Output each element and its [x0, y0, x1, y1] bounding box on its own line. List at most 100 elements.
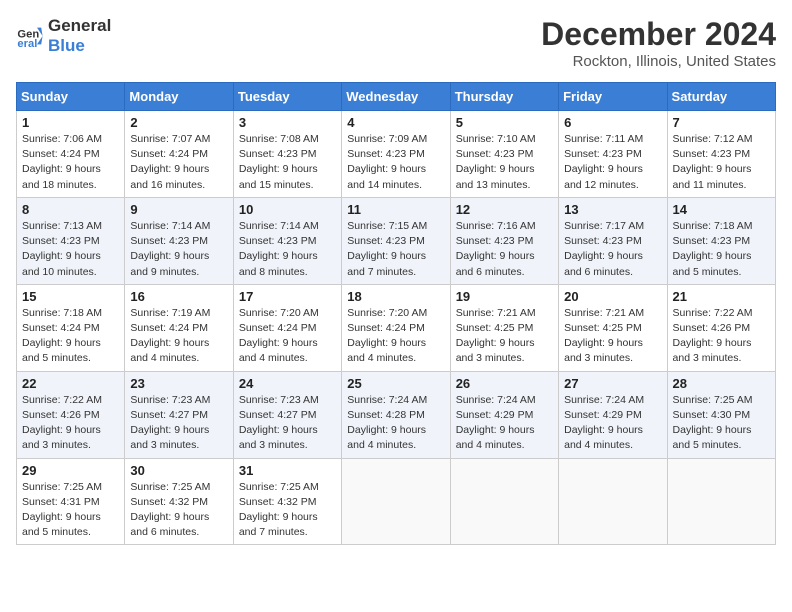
logo: Gen eral General Blue [16, 16, 111, 57]
calendar-cell: 30 Sunrise: 7:25 AM Sunset: 4:32 PM Dayl… [125, 458, 233, 545]
calendar-cell: 10 Sunrise: 7:14 AM Sunset: 4:23 PM Dayl… [233, 197, 341, 284]
day-info: Sunrise: 7:24 AM Sunset: 4:29 PM Dayligh… [456, 393, 553, 454]
day-number: 5 [456, 115, 553, 130]
calendar-cell: 15 Sunrise: 7:18 AM Sunset: 4:24 PM Dayl… [17, 284, 125, 371]
calendar-cell: 25 Sunrise: 7:24 AM Sunset: 4:28 PM Dayl… [342, 371, 450, 458]
day-number: 30 [130, 463, 227, 478]
calendar-week-3: 15 Sunrise: 7:18 AM Sunset: 4:24 PM Dayl… [17, 284, 776, 371]
day-info: Sunrise: 7:20 AM Sunset: 4:24 PM Dayligh… [347, 306, 444, 367]
calendar-week-1: 1 Sunrise: 7:06 AM Sunset: 4:24 PM Dayli… [17, 111, 776, 198]
day-number: 3 [239, 115, 336, 130]
day-info: Sunrise: 7:22 AM Sunset: 4:26 PM Dayligh… [673, 306, 770, 367]
day-number: 19 [456, 289, 553, 304]
day-number: 2 [130, 115, 227, 130]
calendar-cell: 5 Sunrise: 7:10 AM Sunset: 4:23 PM Dayli… [450, 111, 558, 198]
day-info: Sunrise: 7:17 AM Sunset: 4:23 PM Dayligh… [564, 219, 661, 280]
day-info: Sunrise: 7:23 AM Sunset: 4:27 PM Dayligh… [130, 393, 227, 454]
calendar-cell [667, 458, 775, 545]
day-info: Sunrise: 7:25 AM Sunset: 4:32 PM Dayligh… [130, 480, 227, 541]
calendar-cell [342, 458, 450, 545]
calendar-cell: 3 Sunrise: 7:08 AM Sunset: 4:23 PM Dayli… [233, 111, 341, 198]
calendar-cell: 11 Sunrise: 7:15 AM Sunset: 4:23 PM Dayl… [342, 197, 450, 284]
day-info: Sunrise: 7:23 AM Sunset: 4:27 PM Dayligh… [239, 393, 336, 454]
day-info: Sunrise: 7:09 AM Sunset: 4:23 PM Dayligh… [347, 132, 444, 193]
day-number: 31 [239, 463, 336, 478]
day-number: 1 [22, 115, 119, 130]
day-info: Sunrise: 7:25 AM Sunset: 4:31 PM Dayligh… [22, 480, 119, 541]
calendar-cell: 6 Sunrise: 7:11 AM Sunset: 4:23 PM Dayli… [559, 111, 667, 198]
calendar-cell: 18 Sunrise: 7:20 AM Sunset: 4:24 PM Dayl… [342, 284, 450, 371]
day-number: 15 [22, 289, 119, 304]
header-sunday: Sunday [17, 83, 125, 111]
calendar-table: SundayMondayTuesdayWednesdayThursdayFrid… [16, 82, 776, 545]
calendar-cell: 17 Sunrise: 7:20 AM Sunset: 4:24 PM Dayl… [233, 284, 341, 371]
day-number: 25 [347, 376, 444, 391]
day-info: Sunrise: 7:13 AM Sunset: 4:23 PM Dayligh… [22, 219, 119, 280]
day-info: Sunrise: 7:14 AM Sunset: 4:23 PM Dayligh… [130, 219, 227, 280]
calendar-cell: 12 Sunrise: 7:16 AM Sunset: 4:23 PM Dayl… [450, 197, 558, 284]
calendar-week-2: 8 Sunrise: 7:13 AM Sunset: 4:23 PM Dayli… [17, 197, 776, 284]
day-number: 24 [239, 376, 336, 391]
calendar-cell: 8 Sunrise: 7:13 AM Sunset: 4:23 PM Dayli… [17, 197, 125, 284]
day-number: 12 [456, 202, 553, 217]
day-number: 29 [22, 463, 119, 478]
day-info: Sunrise: 7:24 AM Sunset: 4:29 PM Dayligh… [564, 393, 661, 454]
day-info: Sunrise: 7:06 AM Sunset: 4:24 PM Dayligh… [22, 132, 119, 193]
calendar-cell: 19 Sunrise: 7:21 AM Sunset: 4:25 PM Dayl… [450, 284, 558, 371]
calendar-cell: 16 Sunrise: 7:19 AM Sunset: 4:24 PM Dayl… [125, 284, 233, 371]
calendar-cell: 7 Sunrise: 7:12 AM Sunset: 4:23 PM Dayli… [667, 111, 775, 198]
day-info: Sunrise: 7:20 AM Sunset: 4:24 PM Dayligh… [239, 306, 336, 367]
header-wednesday: Wednesday [342, 83, 450, 111]
title-area: December 2024 Rockton, Illinois, United … [541, 16, 776, 70]
day-number: 14 [673, 202, 770, 217]
day-number: 13 [564, 202, 661, 217]
day-number: 16 [130, 289, 227, 304]
logo-line2: Blue [48, 36, 111, 56]
day-number: 26 [456, 376, 553, 391]
calendar-cell: 29 Sunrise: 7:25 AM Sunset: 4:31 PM Dayl… [17, 458, 125, 545]
day-info: Sunrise: 7:25 AM Sunset: 4:30 PM Dayligh… [673, 393, 770, 454]
header-monday: Monday [125, 83, 233, 111]
day-number: 20 [564, 289, 661, 304]
day-number: 28 [673, 376, 770, 391]
calendar-cell: 20 Sunrise: 7:21 AM Sunset: 4:25 PM Dayl… [559, 284, 667, 371]
calendar-cell: 24 Sunrise: 7:23 AM Sunset: 4:27 PM Dayl… [233, 371, 341, 458]
calendar-cell: 21 Sunrise: 7:22 AM Sunset: 4:26 PM Dayl… [667, 284, 775, 371]
calendar-week-5: 29 Sunrise: 7:25 AM Sunset: 4:31 PM Dayl… [17, 458, 776, 545]
month-title: December 2024 [541, 16, 776, 53]
logo-line1: General [48, 16, 111, 36]
location-title: Rockton, Illinois, United States [541, 53, 776, 70]
day-number: 17 [239, 289, 336, 304]
day-info: Sunrise: 7:18 AM Sunset: 4:24 PM Dayligh… [22, 306, 119, 367]
day-number: 9 [130, 202, 227, 217]
day-number: 7 [673, 115, 770, 130]
header-thursday: Thursday [450, 83, 558, 111]
day-number: 10 [239, 202, 336, 217]
header-saturday: Saturday [667, 83, 775, 111]
calendar-cell [559, 458, 667, 545]
calendar-cell: 2 Sunrise: 7:07 AM Sunset: 4:24 PM Dayli… [125, 111, 233, 198]
day-number: 4 [347, 115, 444, 130]
day-info: Sunrise: 7:15 AM Sunset: 4:23 PM Dayligh… [347, 219, 444, 280]
calendar-week-4: 22 Sunrise: 7:22 AM Sunset: 4:26 PM Dayl… [17, 371, 776, 458]
calendar-header-row: SundayMondayTuesdayWednesdayThursdayFrid… [17, 83, 776, 111]
page-header: Gen eral General Blue December 2024 Rock… [16, 16, 776, 70]
day-info: Sunrise: 7:08 AM Sunset: 4:23 PM Dayligh… [239, 132, 336, 193]
calendar-cell: 1 Sunrise: 7:06 AM Sunset: 4:24 PM Dayli… [17, 111, 125, 198]
calendar-cell: 14 Sunrise: 7:18 AM Sunset: 4:23 PM Dayl… [667, 197, 775, 284]
calendar-cell: 31 Sunrise: 7:25 AM Sunset: 4:32 PM Dayl… [233, 458, 341, 545]
calendar-cell: 28 Sunrise: 7:25 AM Sunset: 4:30 PM Dayl… [667, 371, 775, 458]
day-number: 23 [130, 376, 227, 391]
day-info: Sunrise: 7:18 AM Sunset: 4:23 PM Dayligh… [673, 219, 770, 280]
calendar-cell: 4 Sunrise: 7:09 AM Sunset: 4:23 PM Dayli… [342, 111, 450, 198]
calendar-cell [450, 458, 558, 545]
day-number: 11 [347, 202, 444, 217]
day-info: Sunrise: 7:19 AM Sunset: 4:24 PM Dayligh… [130, 306, 227, 367]
calendar-cell: 27 Sunrise: 7:24 AM Sunset: 4:29 PM Dayl… [559, 371, 667, 458]
day-info: Sunrise: 7:07 AM Sunset: 4:24 PM Dayligh… [130, 132, 227, 193]
day-info: Sunrise: 7:24 AM Sunset: 4:28 PM Dayligh… [347, 393, 444, 454]
day-info: Sunrise: 7:10 AM Sunset: 4:23 PM Dayligh… [456, 132, 553, 193]
day-number: 8 [22, 202, 119, 217]
day-number: 18 [347, 289, 444, 304]
day-info: Sunrise: 7:16 AM Sunset: 4:23 PM Dayligh… [456, 219, 553, 280]
